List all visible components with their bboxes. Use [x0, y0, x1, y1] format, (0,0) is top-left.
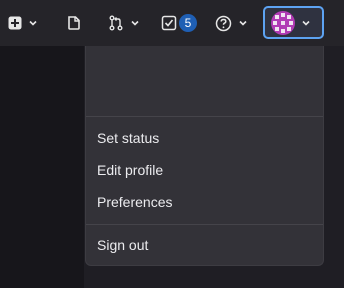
preferences-menu-item[interactable]: Preferences	[86, 186, 323, 218]
create-new-button[interactable]	[8, 8, 38, 38]
sign-out-menu-item[interactable]: Sign out	[86, 229, 323, 261]
issues-button[interactable]	[66, 8, 82, 38]
merge-requests-button[interactable]	[108, 8, 140, 38]
chevron-down-icon	[28, 18, 38, 28]
top-navigation-bar: 5	[0, 0, 344, 46]
help-button[interactable]	[215, 8, 248, 38]
set-status-menu-item[interactable]: Set status	[86, 122, 323, 154]
user-menu-group: Set status Edit profile Preferences	[86, 122, 323, 218]
user-menu-dropdown: Set status Edit profile Preferences Sign…	[85, 46, 324, 266]
menu-divider	[86, 224, 323, 225]
chevron-down-icon	[238, 18, 248, 28]
user-menu-button[interactable]	[263, 6, 324, 39]
plus-square-icon	[8, 16, 22, 30]
avatar	[271, 10, 295, 35]
todos-button[interactable]: 5	[161, 8, 197, 38]
issue-icon	[66, 15, 82, 31]
chevron-down-icon	[301, 18, 311, 28]
help-circle-icon	[215, 15, 232, 32]
edit-profile-menu-item[interactable]: Edit profile	[86, 154, 323, 186]
merge-request-icon	[108, 15, 124, 31]
todos-count-badge: 5	[179, 14, 197, 32]
page-background-left	[0, 46, 84, 288]
todo-checkbox-icon	[161, 15, 177, 31]
chevron-down-icon	[130, 18, 140, 28]
user-menu-header	[86, 46, 323, 117]
